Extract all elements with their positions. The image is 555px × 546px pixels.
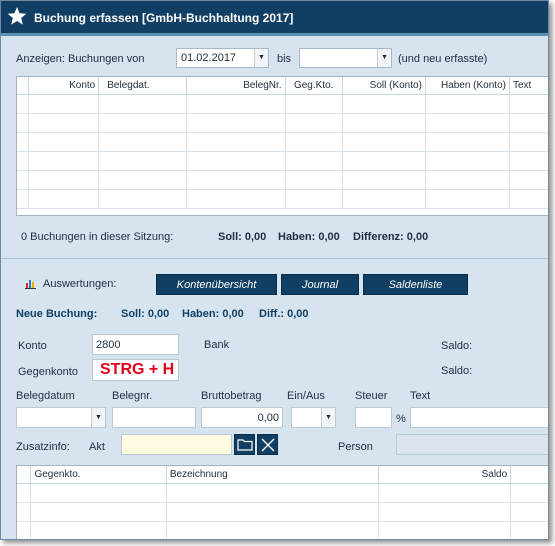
col-header-text[interactable]: Text xyxy=(509,77,548,95)
neue-buchung-label: Neue Buchung: xyxy=(16,308,98,320)
brutto-input[interactable]: 0,00 xyxy=(201,407,283,428)
steuer-input[interactable] xyxy=(355,407,392,428)
clear-button[interactable] xyxy=(257,434,278,455)
gegen-saldo-label: Saldo: xyxy=(441,365,473,377)
session-haben: Haben: 0,00 xyxy=(278,231,340,243)
akt-input[interactable] xyxy=(121,434,232,455)
filter-label: Anzeigen: Buchungen von xyxy=(16,53,145,65)
person-input[interactable] xyxy=(396,434,548,455)
chevron-down-icon[interactable]: ▼ xyxy=(377,49,391,67)
saldo-label: Saldo: xyxy=(441,340,473,352)
belegnr-label: Belegnr. xyxy=(112,390,153,402)
person-label: Person xyxy=(338,441,373,453)
col-header-konto[interactable]: Konto xyxy=(28,77,100,95)
col-header-gegkto[interactable]: Geg.Kto. xyxy=(285,77,343,95)
session-count: 0 Buchungen in dieser Sitzung: xyxy=(21,231,174,243)
col-header-soll[interactable]: Soll (Konto) xyxy=(342,77,426,95)
auswertungen-label: Auswertungen: xyxy=(43,278,117,290)
belegdatum-label: Belegdatum xyxy=(16,390,75,402)
folder-icon xyxy=(237,438,253,454)
belegdatum-select[interactable]: ▼ xyxy=(16,407,106,428)
einaus-select[interactable]: ▼ xyxy=(291,407,336,428)
konto-input[interactable]: 2800 xyxy=(92,334,179,355)
steuer-label: Steuer xyxy=(355,390,388,402)
filter-suffix: (und neu erfasste) xyxy=(398,53,488,65)
col-header-extra xyxy=(510,466,548,484)
col-header-gegenkto[interactable]: Gegenkto. xyxy=(30,466,167,484)
date-to-select[interactable]: ▼ xyxy=(299,48,392,68)
date-from-value: 01.02.2017 xyxy=(181,52,237,64)
shortcut-hint: STRG + H xyxy=(100,361,175,378)
saldenliste-button[interactable]: Saldenliste xyxy=(363,274,468,295)
table-row[interactable] xyxy=(17,113,548,133)
chevron-down-icon[interactable]: ▼ xyxy=(91,408,105,427)
gegenkonto-label: Gegenkonto xyxy=(18,366,78,378)
gegenkonto-input[interactable]: STRG + H xyxy=(92,359,179,381)
window-title: Buchung erfassen [GmbH-Buchhaltung 2017] xyxy=(34,11,294,25)
session-soll: Soll: 0,00 xyxy=(218,231,267,243)
table-row[interactable] xyxy=(17,521,548,539)
belegnr-input[interactable] xyxy=(112,407,196,428)
konto-value: 2800 xyxy=(96,339,121,351)
table-row[interactable] xyxy=(17,132,548,152)
einaus-label: Ein/Aus xyxy=(287,390,325,402)
bis-label: bis xyxy=(277,53,292,65)
col-header-saldo[interactable]: Saldo xyxy=(378,466,512,484)
title-bar: Buchung erfassen [GmbH-Buchhaltung 2017] xyxy=(1,1,548,36)
col-header-bezeichnung[interactable]: Bezeichnung xyxy=(166,466,379,484)
table-row[interactable] xyxy=(17,483,548,503)
brutto-label: Bruttobetrag xyxy=(201,390,262,402)
col-header-haben[interactable]: Haben (Konto) xyxy=(425,77,510,95)
col-header-belegnr[interactable]: BelegNr. xyxy=(186,77,286,95)
konto-name: Bank xyxy=(204,339,230,351)
journal-button[interactable]: Journal xyxy=(281,274,359,295)
bookings-grid[interactable]: Konto Belegdat. BelegNr. Geg.Kto. Soll (… xyxy=(16,76,548,216)
chevron-down-icon[interactable]: ▼ xyxy=(321,408,335,427)
akt-label: Akt xyxy=(89,441,105,453)
neue-buchung-soll: Soll: 0,00 xyxy=(121,308,170,320)
percent-sign: % xyxy=(396,413,406,425)
row-header-corner xyxy=(17,466,32,484)
konto-label: Konto xyxy=(18,340,47,352)
folder-button[interactable] xyxy=(234,434,255,455)
chevron-down-icon[interactable]: ▼ xyxy=(254,49,268,67)
table-row[interactable] xyxy=(17,189,548,209)
text-label: Text xyxy=(410,390,431,402)
chart-icon xyxy=(25,277,37,292)
table-row[interactable] xyxy=(17,94,548,114)
text-input[interactable] xyxy=(410,407,548,428)
close-icon xyxy=(260,437,276,456)
star-icon xyxy=(7,6,27,29)
kontenuebersicht-button[interactable]: Kontenübersicht xyxy=(156,274,277,295)
neue-buchung-haben: Haben: 0,00 xyxy=(182,308,244,320)
session-differenz: Differenz: 0,00 xyxy=(353,231,429,243)
table-row[interactable] xyxy=(17,170,548,190)
date-from-select[interactable]: 01.02.2017 ▼ xyxy=(176,48,269,68)
brutto-value: 0,00 xyxy=(257,412,279,424)
row-header-corner xyxy=(17,77,30,95)
zusatzinfo-label: Zusatzinfo: xyxy=(16,441,70,453)
table-row[interactable] xyxy=(17,151,548,171)
divider xyxy=(1,258,548,259)
neue-buchung-diff: Diff.: 0,00 xyxy=(259,308,309,320)
gegenkonto-grid[interactable]: Gegenkto. Bezeichnung Saldo xyxy=(16,465,548,539)
booking-window: Buchung erfassen [GmbH-Buchhaltung 2017]… xyxy=(0,0,549,540)
col-header-belegdat[interactable]: Belegdat. xyxy=(98,77,187,95)
table-row[interactable] xyxy=(17,502,548,522)
